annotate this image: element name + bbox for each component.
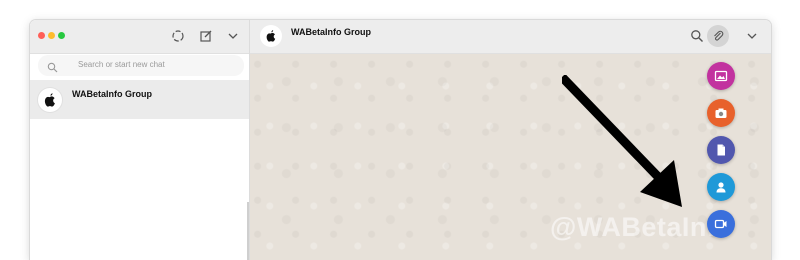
chat-list-item[interactable]: WABetaInfo Group (30, 80, 249, 119)
new-chat-icon[interactable] (199, 29, 213, 43)
attach-menu (707, 60, 737, 260)
paperclip-icon (714, 30, 724, 41)
video-camera-icon (714, 219, 727, 229)
document-icon (717, 144, 725, 156)
chat-name: WABetaInfo Group (72, 89, 152, 99)
conversation-panel: WABetaInfo Group @WABetaInfo (250, 20, 771, 260)
status-icon[interactable] (171, 29, 185, 43)
contact-button[interactable] (707, 173, 735, 201)
sidebar-header (30, 20, 249, 54)
chevron-down-icon[interactable] (226, 29, 240, 43)
apple-logo-icon (44, 93, 55, 107)
app-window: Search or start new chat WABetaInfo Grou… (30, 20, 771, 260)
photos-button[interactable] (707, 62, 735, 90)
search-box[interactable]: Search or start new chat (38, 55, 244, 76)
search-icon (47, 60, 58, 73)
minimize-window-button[interactable] (48, 32, 55, 39)
sidebar: Search or start new chat WABetaInfo Grou… (30, 20, 250, 260)
conversation-header[interactable]: WABetaInfo Group (250, 20, 771, 54)
watermark: @WABetaInfo (550, 212, 734, 242)
camera-icon (715, 108, 727, 118)
document-button[interactable] (707, 136, 735, 164)
sidebar-scrollbar[interactable] (247, 202, 249, 260)
apple-logo-icon (266, 30, 276, 42)
chevron-down-icon[interactable] (745, 29, 759, 43)
arrow-annotation (562, 75, 682, 207)
contact-icon (716, 182, 726, 193)
camera-button[interactable] (707, 99, 735, 127)
close-window-button[interactable] (38, 32, 45, 39)
search-icon[interactable] (690, 29, 704, 43)
zoom-window-button[interactable] (58, 32, 65, 39)
video-camera-button[interactable] (707, 210, 735, 238)
group-avatar[interactable] (260, 25, 282, 47)
photo-icon (714, 70, 728, 82)
search-input[interactable]: Search or start new chat (78, 60, 165, 69)
attach-button[interactable] (707, 25, 729, 47)
conversation-title: WABetaInfo Group (291, 27, 371, 37)
avatar (38, 88, 62, 112)
